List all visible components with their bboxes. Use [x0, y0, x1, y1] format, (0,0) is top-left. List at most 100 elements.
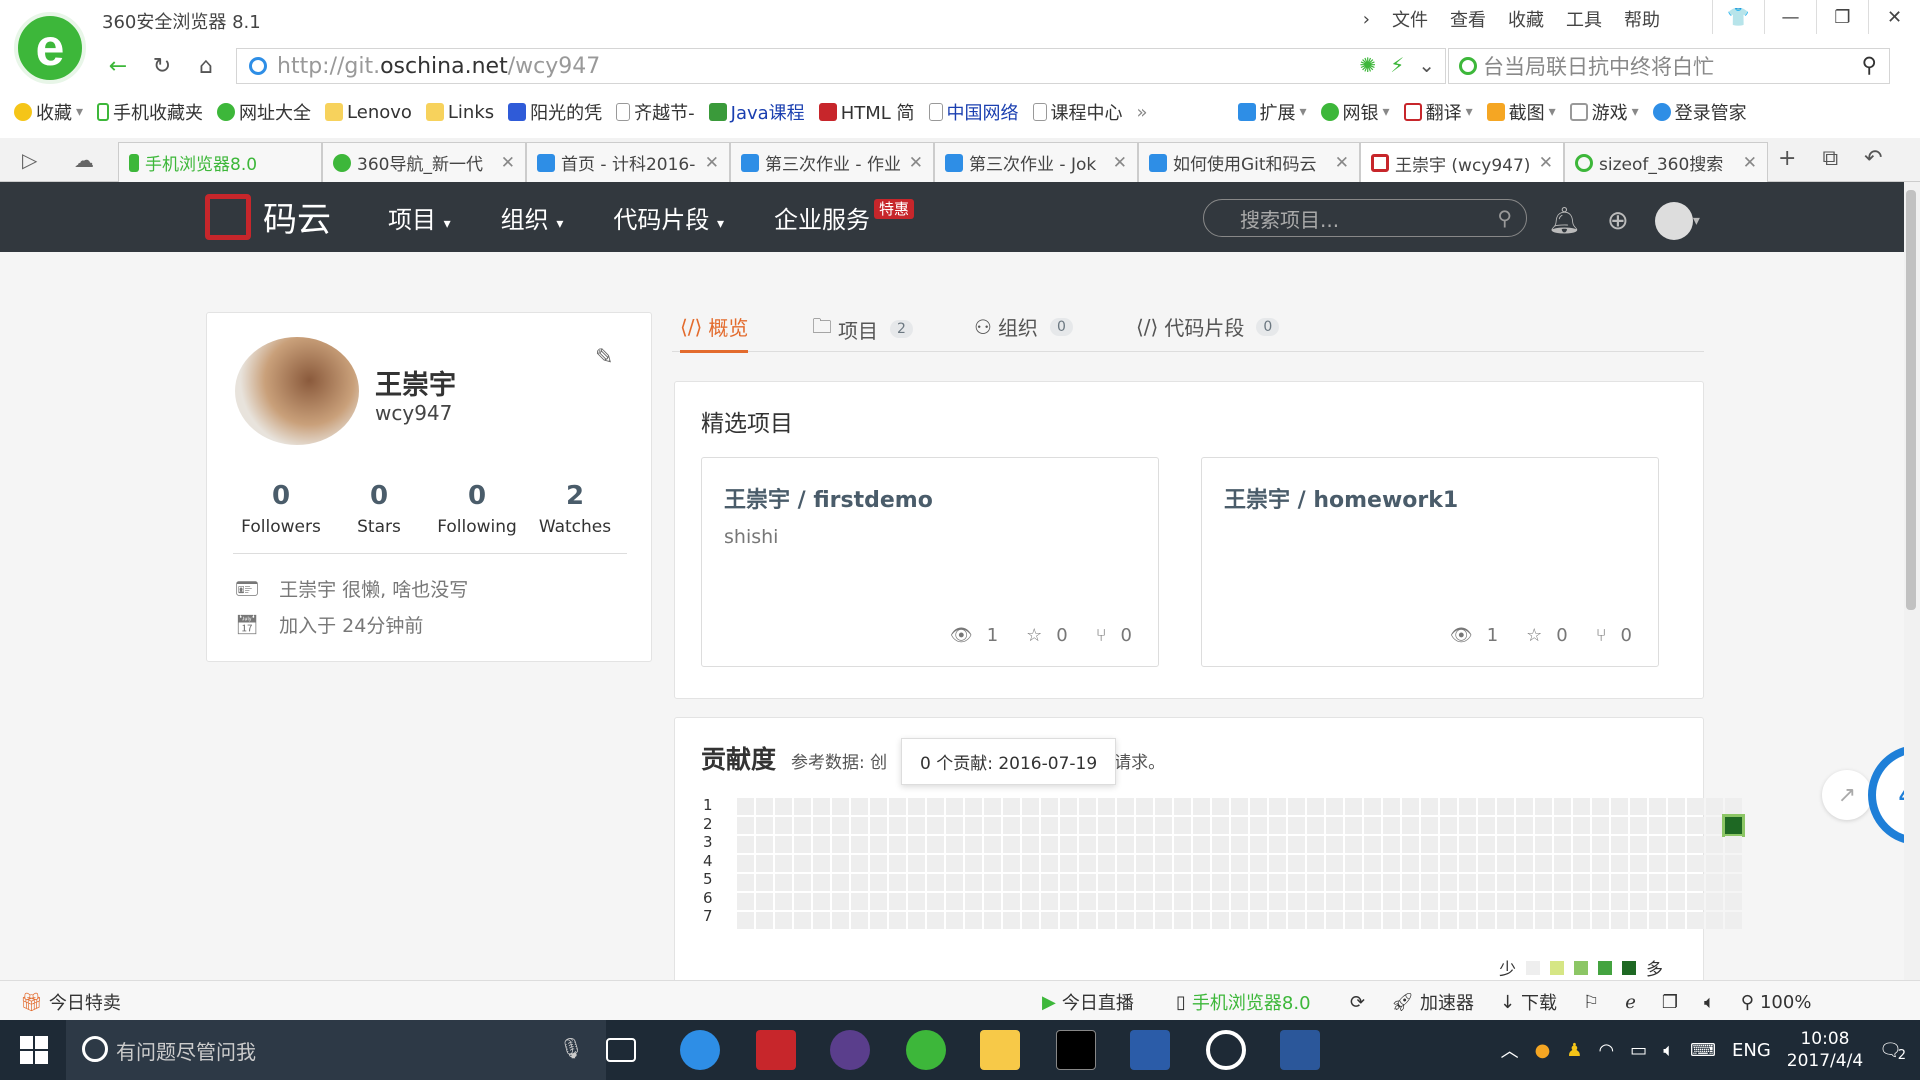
ie-icon[interactable]: ℯ	[1625, 992, 1636, 1013]
contribution-cell[interactable]	[1421, 836, 1438, 853]
contribution-cell[interactable]	[1307, 912, 1324, 929]
close-icon[interactable]: ✕	[705, 153, 719, 173]
contribution-cell[interactable]	[1516, 912, 1533, 929]
battery-icon[interactable]: ▭	[1630, 1040, 1647, 1061]
contribution-cell[interactable]	[851, 893, 868, 910]
contribution-cell[interactable]	[1459, 798, 1476, 815]
contribution-cell[interactable]	[1364, 798, 1381, 815]
contribution-cell[interactable]	[1326, 874, 1343, 891]
search-icon[interactable]: ⚲	[1862, 53, 1877, 77]
contribution-cell[interactable]	[832, 817, 849, 834]
input-language[interactable]: ENG	[1732, 1040, 1771, 1061]
tab-git-howto[interactable]: 如何使用Git和码云 ✕	[1138, 142, 1360, 182]
contribution-cell[interactable]	[1554, 798, 1571, 815]
search-engine-icon[interactable]	[1459, 57, 1477, 75]
contribution-cell[interactable]	[775, 912, 792, 929]
contribution-cell[interactable]	[1497, 798, 1514, 815]
contribution-cell[interactable]	[889, 798, 906, 815]
contribution-cell[interactable]	[1003, 836, 1020, 853]
contribution-cell[interactable]	[1364, 893, 1381, 910]
contribution-cell[interactable]	[889, 817, 906, 834]
contribution-cell[interactable]	[1288, 798, 1305, 815]
mic-icon[interactable]: 🎙︎	[559, 1036, 584, 1060]
contribution-cell[interactable]	[1250, 817, 1267, 834]
contribution-cell[interactable]	[1364, 912, 1381, 929]
contribution-cell[interactable]	[1535, 893, 1552, 910]
contribution-cell[interactable]	[1687, 798, 1704, 815]
task-view-icon[interactable]	[606, 1038, 636, 1062]
contribution-cell[interactable]	[1231, 817, 1248, 834]
contribution-cell[interactable]	[1079, 836, 1096, 853]
contribution-cell[interactable]	[1668, 817, 1685, 834]
contribution-cell[interactable]	[1687, 912, 1704, 929]
contribution-cell[interactable]	[965, 817, 982, 834]
contribution-cell[interactable]	[1421, 855, 1438, 872]
contribution-cell[interactable]	[870, 893, 887, 910]
contribution-cell[interactable]	[1554, 817, 1571, 834]
contribution-cell[interactable]	[1041, 912, 1058, 929]
contribution-cell[interactable]	[1649, 893, 1666, 910]
contribution-cell[interactable]	[756, 912, 773, 929]
contribution-cell[interactable]	[1649, 912, 1666, 929]
contribution-cell[interactable]	[1079, 855, 1096, 872]
contribution-cell[interactable]	[1022, 874, 1039, 891]
add-circle-icon[interactable]: ⊕	[1607, 206, 1629, 236]
ext-screenshot[interactable]: 截图 ▾	[1486, 99, 1556, 125]
close-icon[interactable]: ✕	[501, 153, 515, 173]
contribution-cell[interactable]	[1174, 817, 1191, 834]
contribution-cell[interactable]	[1440, 893, 1457, 910]
contribution-cell[interactable]	[1193, 798, 1210, 815]
contribution-cell[interactable]	[1098, 855, 1115, 872]
contribution-cell[interactable]	[1041, 836, 1058, 853]
contribution-cell[interactable]	[1231, 798, 1248, 815]
contribution-cell[interactable]	[1345, 893, 1362, 910]
edit-icon[interactable]: ✎	[595, 345, 613, 370]
close-icon[interactable]: ✕	[1539, 153, 1553, 173]
contribution-cell[interactable]	[1364, 817, 1381, 834]
contribution-cell[interactable]	[1155, 836, 1172, 853]
bookmark-sites[interactable]: 网址大全	[217, 99, 311, 125]
project-name[interactable]: 王崇宇 / homework1	[1224, 482, 1458, 514]
contribution-cell[interactable]	[794, 855, 811, 872]
contribution-cell[interactable]	[1117, 855, 1134, 872]
contribution-cell[interactable]	[1231, 836, 1248, 853]
contribution-cell[interactable]	[1668, 836, 1685, 853]
contribution-cell[interactable]	[965, 798, 982, 815]
contribution-cell[interactable]	[1174, 874, 1191, 891]
contribution-cell[interactable]	[1706, 798, 1723, 815]
contribution-cell[interactable]	[1003, 855, 1020, 872]
contribution-cell[interactable]	[1041, 817, 1058, 834]
contribution-cell[interactable]	[1288, 874, 1305, 891]
contribution-cell[interactable]	[946, 836, 963, 853]
contribution-cell[interactable]	[1592, 817, 1609, 834]
contribution-cell[interactable]	[1250, 912, 1267, 929]
contribution-cell[interactable]	[1611, 893, 1628, 910]
contribution-cell[interactable]	[1478, 836, 1495, 853]
contribution-cell[interactable]	[1307, 893, 1324, 910]
contribution-cell[interactable]	[1573, 836, 1590, 853]
contribution-cell[interactable]	[1307, 874, 1324, 891]
contribution-cell[interactable]	[1231, 893, 1248, 910]
contribution-cell[interactable]	[908, 893, 925, 910]
contribution-cell[interactable]	[1041, 893, 1058, 910]
eclipse-icon[interactable]	[830, 1030, 870, 1070]
tab-hw3b[interactable]: 第三次作业 - Jok ✕	[934, 142, 1138, 182]
contribution-cell[interactable]	[984, 874, 1001, 891]
contribution-cell[interactable]	[794, 874, 811, 891]
contribution-cell[interactable]	[946, 912, 963, 929]
contribution-cell[interactable]	[1079, 893, 1096, 910]
contribution-cell[interactable]	[1345, 855, 1362, 872]
contribution-cell[interactable]	[832, 798, 849, 815]
nav-projects[interactable]: 项目 ▾	[388, 200, 451, 235]
contribution-cell[interactable]	[1117, 874, 1134, 891]
contribution-cell[interactable]	[1155, 874, 1172, 891]
contribution-cell[interactable]	[1592, 912, 1609, 929]
contribution-cell[interactable]	[1288, 817, 1305, 834]
contribution-cell[interactable]	[1326, 912, 1343, 929]
tab-home[interactable]: 首页 - 计科2016- ✕	[526, 142, 730, 182]
contribution-cell[interactable]	[1459, 912, 1476, 929]
contribution-cell[interactable]	[1345, 912, 1362, 929]
contribution-cell[interactable]	[1630, 798, 1647, 815]
new-tab-icon[interactable]: +	[1778, 146, 1796, 171]
contribution-cell[interactable]	[832, 836, 849, 853]
